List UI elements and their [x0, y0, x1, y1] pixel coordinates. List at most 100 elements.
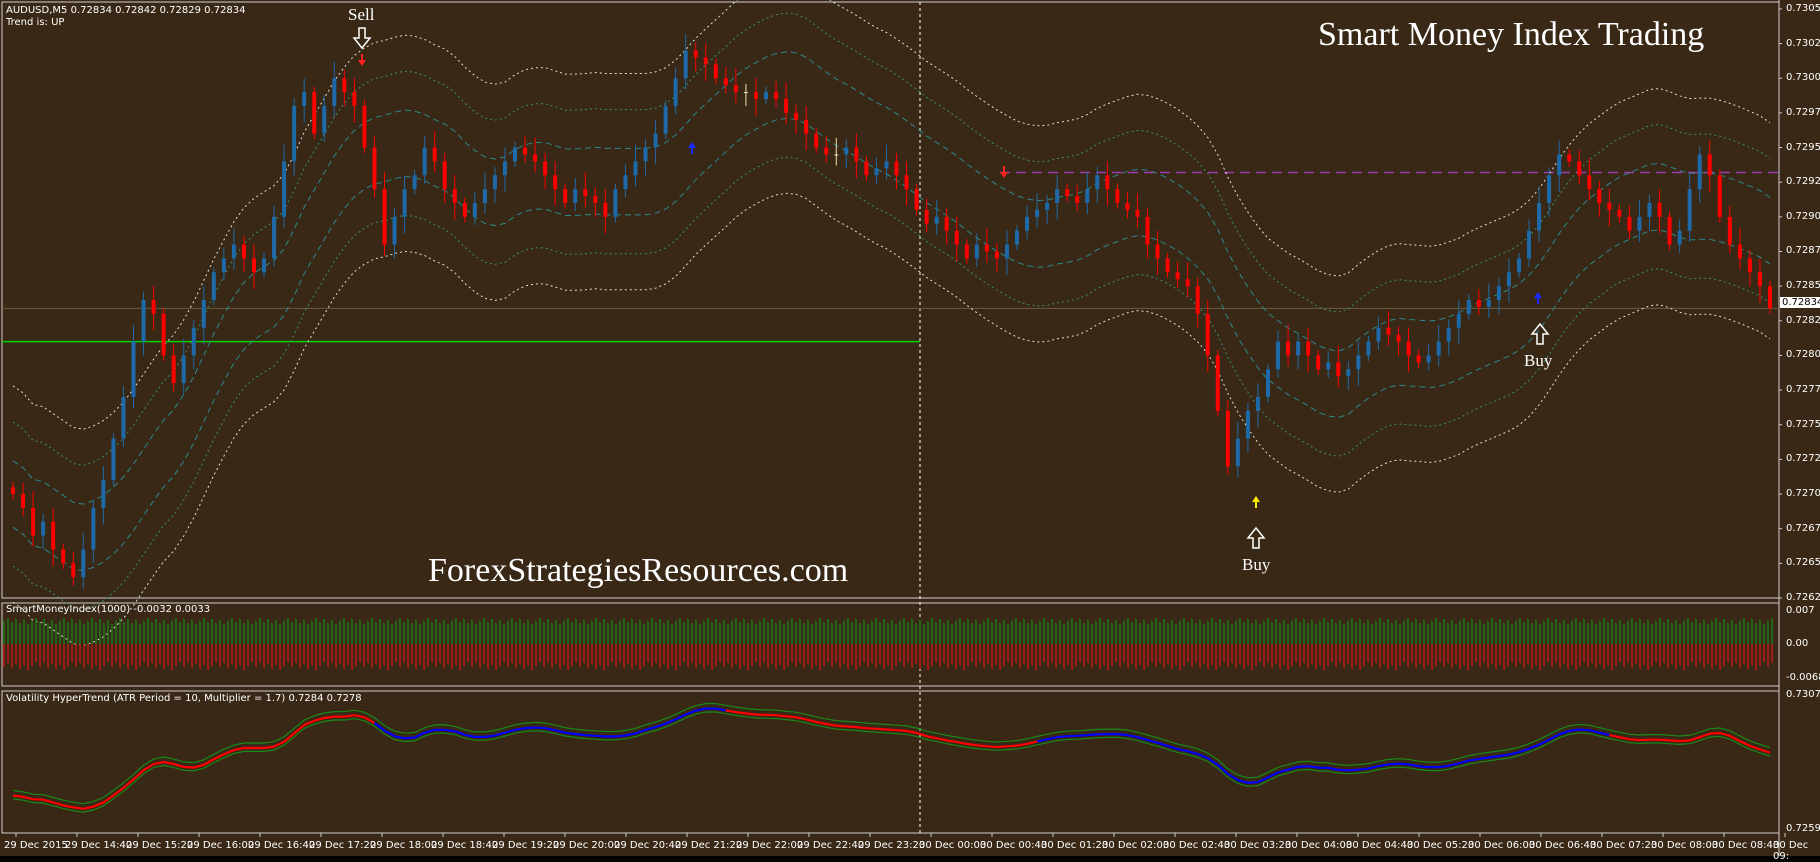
- candle-body: [1025, 216, 1030, 231]
- candle-body: [1175, 272, 1180, 280]
- candle-body: [312, 92, 317, 134]
- candle-body: [1235, 438, 1240, 467]
- candle-body: [452, 189, 457, 203]
- candle-body: [1326, 362, 1331, 370]
- candle-body: [1125, 202, 1130, 210]
- candle-body: [1095, 175, 1100, 190]
- price-tick-label: 0.72800: [1786, 349, 1820, 361]
- smi-axis-label: 0.007: [1786, 605, 1815, 616]
- candle-body: [794, 112, 799, 120]
- candle-body: [1767, 286, 1772, 309]
- candle-body: [251, 258, 256, 273]
- candle-body: [1757, 272, 1762, 287]
- candle-body: [111, 438, 116, 481]
- candle-body: [884, 161, 889, 169]
- candle-body: [693, 50, 698, 58]
- time-tick-label: 29 Dec 22:00: [736, 840, 804, 851]
- candle-body: [683, 50, 688, 79]
- candle-body: [502, 161, 507, 176]
- time-tick-label: 29 Dec 23:20: [858, 840, 926, 851]
- candle-body: [994, 251, 999, 259]
- candle-body: [1316, 355, 1321, 370]
- candle-body: [1085, 189, 1090, 203]
- candle-body: [31, 507, 36, 536]
- candle-body: [1697, 154, 1702, 190]
- inner-lower-band: [12, 117, 1771, 572]
- candle-body: [211, 272, 216, 300]
- candle-body: [191, 327, 196, 356]
- candle-body: [171, 355, 176, 384]
- candle-body: [1396, 334, 1401, 342]
- time-tick-label: 29 Dec 18:00: [370, 840, 438, 851]
- buy-arrow-icon: [1534, 292, 1542, 304]
- candle-body: [492, 175, 497, 190]
- main-panel-frame: [1, 1, 1780, 599]
- candle-body: [402, 189, 407, 217]
- candle-body: [71, 563, 76, 578]
- candle-body: [553, 175, 558, 190]
- candle-body: [1165, 258, 1170, 273]
- price-tick-label: 0.72950: [1786, 141, 1820, 153]
- candle-body: [1496, 286, 1501, 300]
- candle-body: [1065, 189, 1070, 197]
- candle-body: [753, 92, 758, 100]
- candle-body: [1386, 327, 1391, 335]
- candle-body: [21, 494, 26, 508]
- candle-body: [1677, 230, 1682, 245]
- candle-body: [1506, 272, 1511, 287]
- smi-panel-label: SmartMoneyIndex(1000) -0.0032 0.0033: [6, 604, 211, 615]
- candle-body: [563, 189, 568, 203]
- candle-body: [663, 105, 668, 134]
- candle-body: [1446, 327, 1451, 342]
- sell-arrow-icon: [358, 54, 366, 66]
- trend-status: Trend is: UP: [6, 17, 65, 28]
- candle-body: [51, 521, 56, 550]
- candle-body: [262, 258, 267, 273]
- candle-body: [1436, 341, 1441, 356]
- vht-envelope-line: [12, 711, 1771, 813]
- candle-body: [1045, 202, 1050, 210]
- current-price-tag: 0.72834: [1780, 297, 1820, 308]
- time-tick-label: 29 Dec 18:40: [431, 840, 499, 851]
- price-tick-label: 0.72750: [1786, 418, 1820, 430]
- candle-body: [934, 216, 939, 224]
- candle-body: [984, 244, 989, 252]
- candle-body: [141, 300, 146, 342]
- candle-body: [1627, 216, 1632, 231]
- buy-hollow-arrow-icon: [1246, 526, 1266, 549]
- time-tick-label: 30 Dec 01:20: [1041, 840, 1109, 851]
- middle-upper-band: [12, 12, 1771, 466]
- time-tick-label: 29 Dec 19:20: [492, 840, 560, 851]
- price-tick-label: 0.72625: [1786, 592, 1820, 603]
- candle-body: [1707, 154, 1712, 176]
- candle-body: [412, 175, 417, 190]
- candle-body: [1306, 341, 1311, 356]
- candle-body: [1115, 189, 1120, 203]
- sell-arrow-icon: [1000, 166, 1008, 178]
- candle-body: [462, 202, 467, 217]
- candle-body: [784, 99, 789, 113]
- candle-body: [221, 258, 226, 273]
- candle-body: [593, 196, 598, 203]
- candle-body: [81, 549, 86, 578]
- candle-body: [1286, 341, 1291, 356]
- candle-body: [1265, 369, 1270, 398]
- candle-body: [241, 244, 246, 259]
- time-tick-label: 30 Dec 03:20: [1224, 840, 1292, 851]
- candle-body: [1004, 244, 1009, 259]
- candle-body: [1737, 244, 1742, 259]
- candle-body: [904, 175, 909, 190]
- price-tick-label: 0.73000: [1786, 72, 1820, 84]
- candle-body: [743, 92, 748, 94]
- candle-body: [723, 78, 728, 86]
- inner-upper-band: [12, 51, 1771, 505]
- candle-body: [61, 549, 66, 564]
- outer-upper-band: [12, 0, 1771, 430]
- candle-body: [1577, 161, 1582, 176]
- time-tick-label: 29 Dec 2015: [4, 840, 68, 851]
- candle-body: [151, 300, 156, 314]
- candle-body: [573, 189, 578, 203]
- chart-canvas[interactable]: [0, 0, 1820, 856]
- candle-body: [774, 92, 779, 100]
- vht-envelope-line: [12, 702, 1771, 805]
